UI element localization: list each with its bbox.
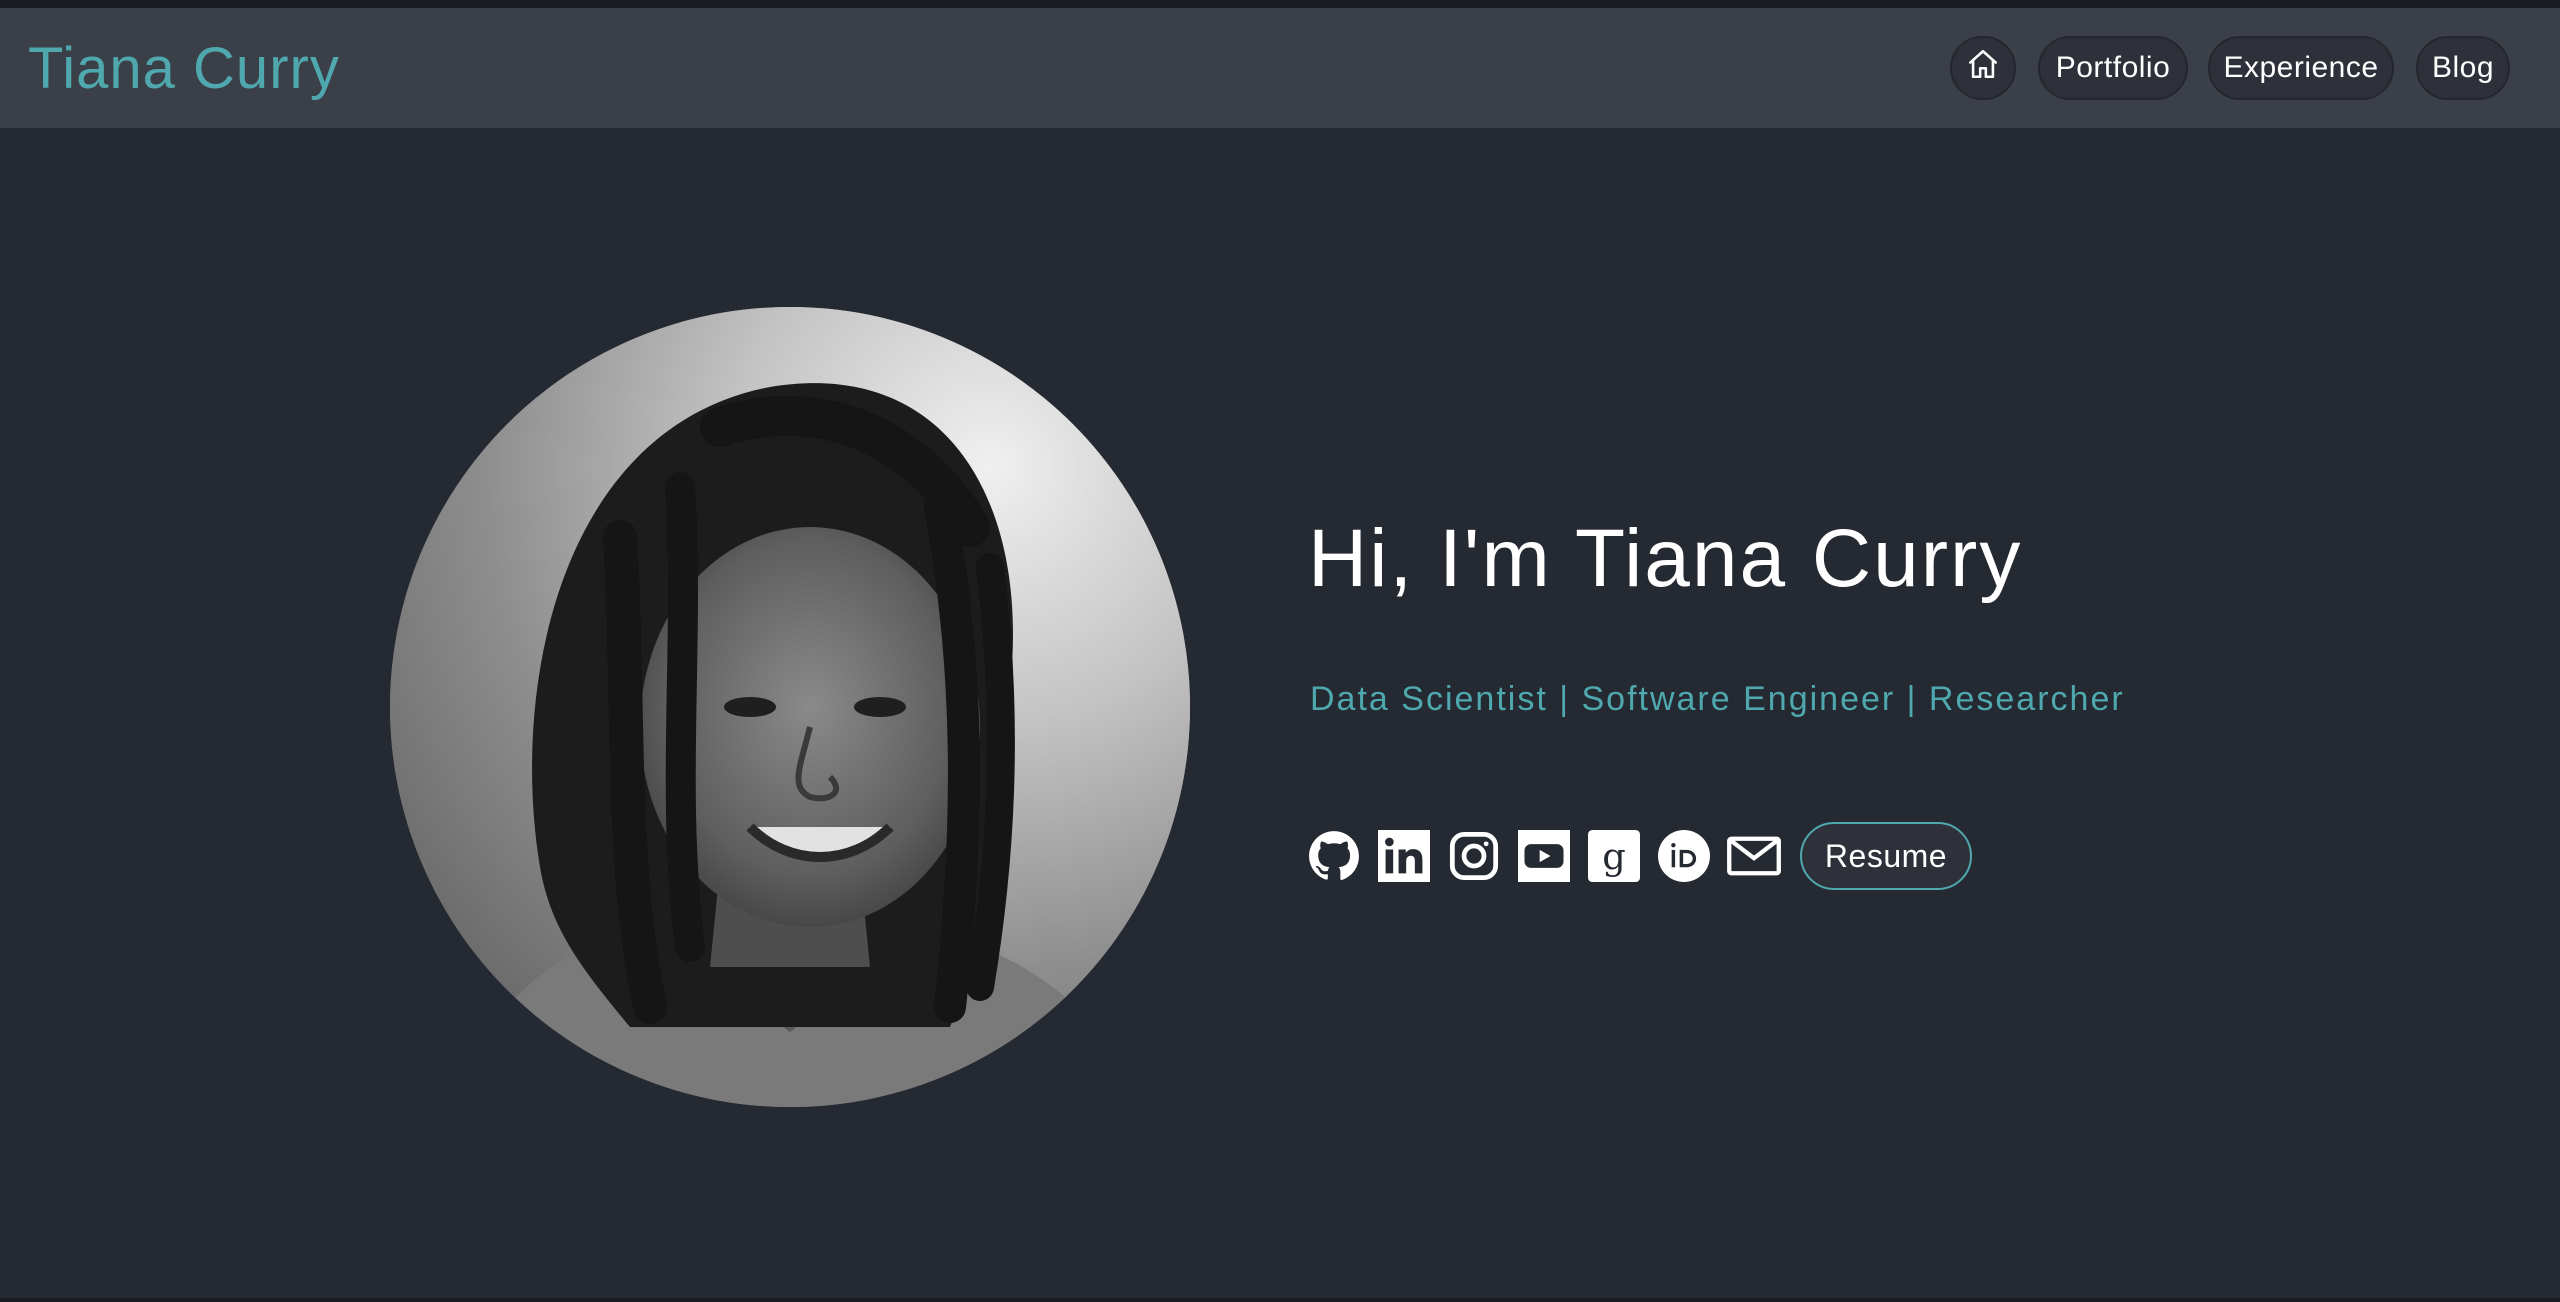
email-icon [1726, 830, 1782, 882]
linkedin-link[interactable] [1378, 830, 1430, 882]
profile-photo [390, 307, 1190, 1107]
nav-home-button[interactable] [1950, 36, 2016, 100]
svg-text:g: g [1602, 835, 1626, 878]
email-link[interactable] [1726, 830, 1782, 882]
hero-subtitle: Data Scientist | Software Engineer | Res… [1310, 680, 2125, 718]
youtube-icon [1518, 830, 1570, 882]
google-scholar-icon: g [1588, 830, 1640, 882]
hero-greeting: Hi, I'm Tiana Curry [1308, 513, 2023, 604]
window-top-edge [0, 0, 2560, 8]
resume-button[interactable]: Resume [1800, 822, 1972, 890]
orcid-icon [1658, 830, 1710, 882]
instagram-link[interactable] [1448, 830, 1500, 882]
instagram-icon [1448, 830, 1500, 882]
site-brand[interactable]: Tiana Curry [28, 36, 340, 103]
window-bottom-edge [0, 1298, 2560, 1302]
nav-experience-link[interactable]: Experience [2208, 36, 2394, 100]
github-link[interactable] [1308, 830, 1360, 882]
nav-blog-link[interactable]: Blog [2416, 36, 2510, 100]
orcid-link[interactable] [1658, 830, 1710, 882]
navbar: Tiana Curry Portfolio Experience Blog [0, 8, 2560, 128]
home-icon [1966, 47, 2000, 89]
youtube-link[interactable] [1518, 830, 1570, 882]
nav-portfolio-link[interactable]: Portfolio [2038, 36, 2188, 100]
hero-section [0, 128, 2560, 1298]
social-links: g Resume [1308, 822, 1972, 890]
google-scholar-link[interactable]: g [1588, 830, 1640, 882]
linkedin-icon [1378, 830, 1430, 882]
github-icon [1308, 830, 1360, 882]
